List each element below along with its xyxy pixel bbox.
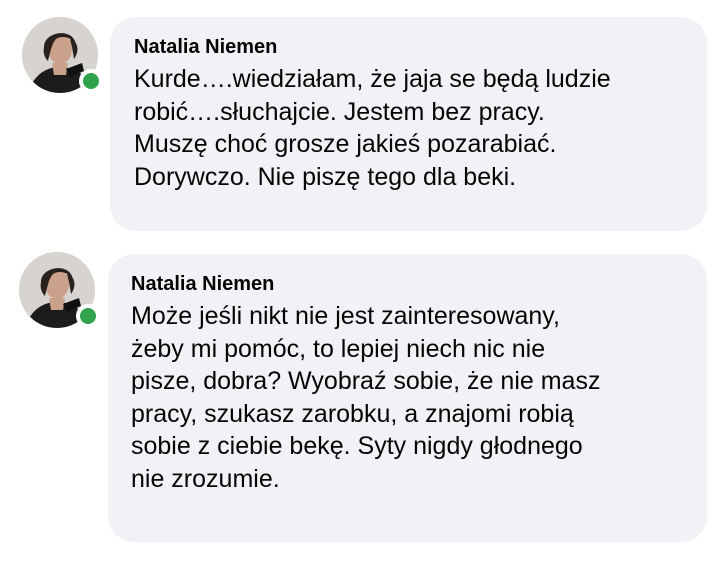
comment-2: Natalia Niemen Może jeśli nikt nie jest … — [0, 240, 728, 565]
comment-text-line: pracy, szukasz zarobku, a znajomi robią — [131, 399, 574, 428]
comment-text-line: Kurde….wiedziałam, że jaja se będą ludzi… — [134, 65, 611, 93]
comment-1: Natalia Niemen Kurde….wiedziałam, że jaj… — [0, 0, 728, 240]
comment-text-line: nie zrozumie. — [131, 464, 280, 493]
comment-text-line: żeby mi pomóc, to lepiej niech nic nie — [131, 334, 546, 363]
comment-bubble: Natalia Niemen Może jeśli nikt nie jest … — [108, 254, 707, 542]
author-name[interactable]: Natalia Niemen — [134, 35, 707, 59]
comment-text-line: Może jeśli nikt nie jest zainteresowany, — [131, 302, 560, 330]
comment-text-line: robić….słuchajcie. Jestem bez pracy. — [134, 97, 545, 126]
comment-bubble: Natalia Niemen Kurde….wiedziałam, że jaj… — [110, 17, 707, 231]
comment-text-line: sobie z ciebie bekę. Syty nigdy głodnego — [131, 432, 583, 460]
comment-text-line: Dorywczo. Nie piszę tego dla beki. — [134, 162, 517, 191]
author-name[interactable]: Natalia Niemen — [131, 272, 707, 296]
comment-text-line: Muszę choć grosze jakieś pozarabiać. — [134, 130, 557, 158]
online-status-dot — [79, 69, 103, 93]
author-avatar[interactable] — [22, 17, 103, 93]
online-status-dot — [76, 304, 100, 328]
comment-text-line: pisze, dobra? Wyobraź sobie, że nie masz — [131, 367, 601, 395]
author-avatar[interactable] — [19, 252, 100, 328]
